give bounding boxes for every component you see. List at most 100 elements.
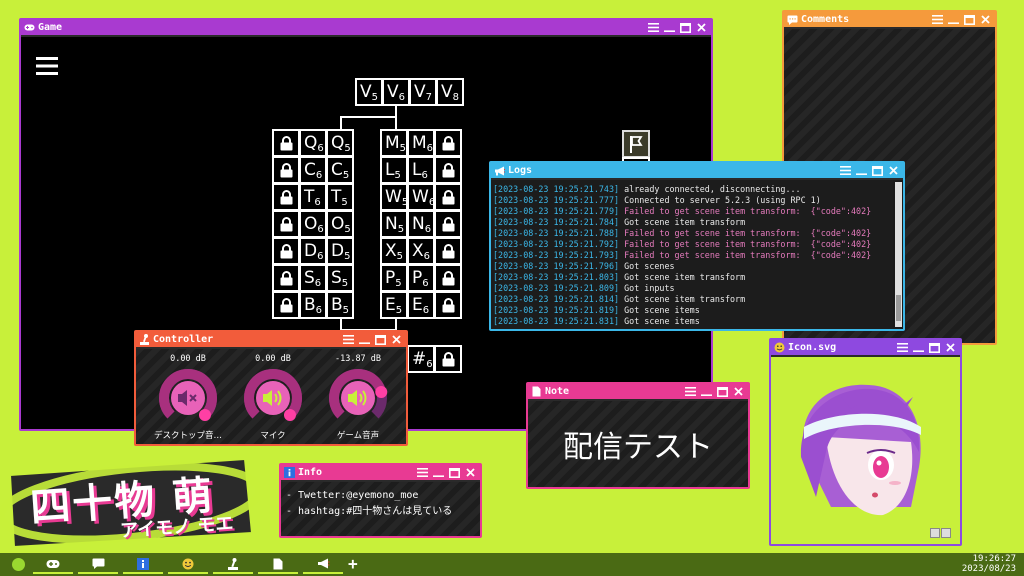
letter-cell[interactable]: W6 bbox=[407, 183, 435, 211]
close-icon[interactable] bbox=[886, 164, 900, 177]
letter-cell[interactable]: T6 bbox=[299, 183, 327, 211]
volume-knob[interactable] bbox=[158, 368, 218, 428]
close-icon[interactable] bbox=[694, 21, 708, 34]
maximize-icon[interactable] bbox=[373, 333, 387, 346]
flag-cell[interactable] bbox=[622, 130, 650, 158]
task-comments-button[interactable] bbox=[78, 555, 118, 574]
menu-icon[interactable] bbox=[683, 385, 697, 398]
task-logs-button[interactable] bbox=[303, 555, 343, 574]
letter-cell[interactable]: P5 bbox=[380, 264, 408, 292]
volume-knob[interactable] bbox=[243, 368, 303, 428]
close-icon[interactable] bbox=[731, 385, 745, 398]
maximize-icon[interactable] bbox=[870, 164, 884, 177]
letter-cell[interactable]: L6 bbox=[407, 156, 435, 184]
menu-icon[interactable] bbox=[341, 333, 355, 346]
minimize-icon[interactable] bbox=[699, 385, 713, 398]
close-icon[interactable] bbox=[978, 13, 992, 26]
maximize-icon[interactable] bbox=[962, 13, 976, 26]
lock-cell[interactable] bbox=[272, 183, 300, 211]
task-controller-button[interactable] bbox=[213, 555, 253, 574]
zoom-out-icon[interactable] bbox=[941, 528, 951, 538]
maximize-icon[interactable] bbox=[678, 21, 692, 34]
minimize-icon[interactable] bbox=[911, 341, 925, 354]
maximize-icon[interactable] bbox=[927, 341, 941, 354]
letter-cell[interactable]: N5 bbox=[380, 210, 408, 238]
menu-icon[interactable] bbox=[895, 341, 909, 354]
lock-cell[interactable] bbox=[434, 345, 462, 373]
lock-cell[interactable] bbox=[434, 291, 462, 319]
lock-cell[interactable] bbox=[272, 210, 300, 238]
close-icon[interactable] bbox=[389, 333, 403, 346]
lock-cell[interactable] bbox=[272, 237, 300, 265]
lock-cell[interactable] bbox=[272, 291, 300, 319]
letter-cell[interactable]: D5 bbox=[326, 237, 354, 265]
note-titlebar[interactable]: Note bbox=[528, 384, 748, 401]
letter-cell[interactable]: #6 bbox=[407, 345, 435, 373]
lock-cell[interactable] bbox=[434, 183, 462, 211]
logs-titlebar[interactable]: Logs bbox=[491, 163, 903, 180]
letter-cell[interactable]: V5 bbox=[355, 78, 383, 106]
letter-cell[interactable]: V8 bbox=[436, 78, 464, 106]
lock-cell[interactable] bbox=[434, 156, 462, 184]
lock-cell[interactable] bbox=[272, 156, 300, 184]
minimize-icon[interactable] bbox=[431, 466, 445, 479]
lock-cell[interactable] bbox=[434, 237, 462, 265]
task-icon-button[interactable] bbox=[168, 555, 208, 574]
start-button[interactable] bbox=[12, 558, 25, 571]
maximize-icon[interactable] bbox=[447, 466, 461, 479]
minimize-icon[interactable] bbox=[662, 21, 676, 34]
letter-cell[interactable]: Q5 bbox=[326, 129, 354, 157]
menu-icon[interactable] bbox=[646, 21, 660, 34]
volume-knob[interactable] bbox=[328, 368, 388, 428]
letter-cell[interactable]: V6 bbox=[382, 78, 410, 106]
letter-cell[interactable]: B6 bbox=[299, 291, 327, 319]
letter-cell[interactable]: B5 bbox=[326, 291, 354, 319]
letter-cell[interactable]: O5 bbox=[326, 210, 354, 238]
minimize-icon[interactable] bbox=[946, 13, 960, 26]
letter-cell[interactable]: M6 bbox=[407, 129, 435, 157]
letter-cell[interactable]: S6 bbox=[299, 264, 327, 292]
letter-cell[interactable]: L5 bbox=[380, 156, 408, 184]
letter-cell[interactable]: D6 bbox=[299, 237, 327, 265]
letter-cell[interactable]: Q6 bbox=[299, 129, 327, 157]
letter-cell[interactable]: W5 bbox=[380, 183, 408, 211]
info-titlebar[interactable]: Info bbox=[281, 465, 480, 482]
letter-cell[interactable]: N6 bbox=[407, 210, 435, 238]
maximize-icon[interactable] bbox=[715, 385, 729, 398]
menu-icon[interactable] bbox=[415, 466, 429, 479]
minimize-icon[interactable] bbox=[854, 164, 868, 177]
letter-cell[interactable]: C5 bbox=[326, 156, 354, 184]
lock-cell[interactable] bbox=[272, 129, 300, 157]
letter-cell[interactable]: E5 bbox=[380, 291, 408, 319]
icon-titlebar[interactable]: Icon.svg bbox=[771, 340, 960, 357]
add-window-button[interactable]: + bbox=[348, 554, 358, 573]
task-info-button[interactable] bbox=[123, 555, 163, 574]
letter-cell[interactable]: M5 bbox=[380, 129, 408, 157]
game-titlebar[interactable]: Game bbox=[21, 20, 711, 37]
minimize-icon[interactable] bbox=[357, 333, 371, 346]
letter-cell[interactable]: O6 bbox=[299, 210, 327, 238]
controller-titlebar[interactable]: Controller bbox=[136, 332, 406, 349]
lock-cell[interactable] bbox=[272, 264, 300, 292]
letter-cell[interactable]: X6 bbox=[407, 237, 435, 265]
note-body[interactable]: 配信テスト bbox=[528, 401, 748, 487]
lock-cell[interactable] bbox=[434, 129, 462, 157]
letter-cell[interactable]: P6 bbox=[407, 264, 435, 292]
letter-cell[interactable]: E6 bbox=[407, 291, 435, 319]
menu-icon[interactable] bbox=[838, 164, 852, 177]
lock-cell[interactable] bbox=[434, 210, 462, 238]
letter-cell[interactable]: T5 bbox=[326, 183, 354, 211]
letter-cell[interactable]: C6 bbox=[299, 156, 327, 184]
lock-cell[interactable] bbox=[434, 264, 462, 292]
comments-titlebar[interactable]: Comments bbox=[784, 12, 995, 29]
zoom-in-icon[interactable] bbox=[930, 528, 940, 538]
log-scrollbar-thumb[interactable] bbox=[896, 295, 901, 321]
close-icon[interactable] bbox=[463, 466, 477, 479]
task-note-button[interactable] bbox=[258, 555, 298, 574]
letter-cell[interactable]: S5 bbox=[326, 264, 354, 292]
log-area[interactable]: [2023-08-23 19:25:21.743] already connec… bbox=[491, 180, 893, 329]
close-icon[interactable] bbox=[943, 341, 957, 354]
letter-cell[interactable]: X5 bbox=[380, 237, 408, 265]
log-scrollbar[interactable] bbox=[895, 182, 902, 327]
menu-icon[interactable] bbox=[930, 13, 944, 26]
